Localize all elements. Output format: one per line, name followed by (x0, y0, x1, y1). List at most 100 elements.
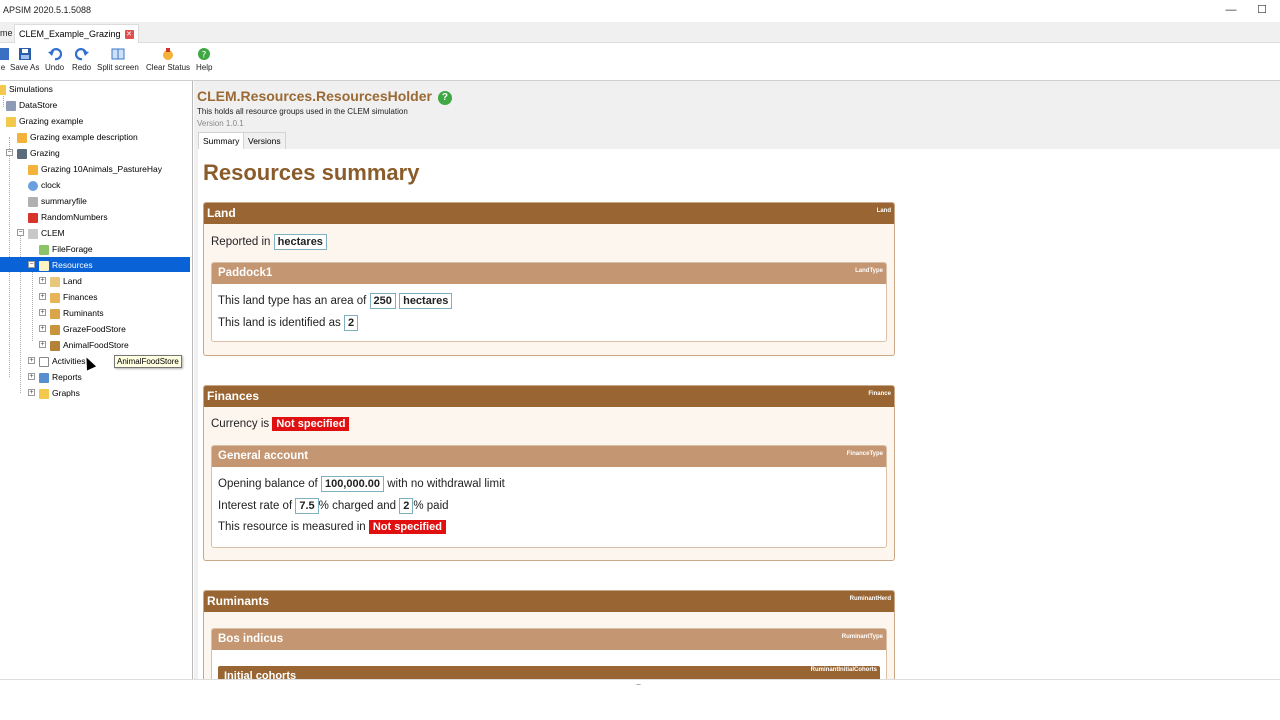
paddock-area-unit: hectares (399, 293, 453, 309)
initial-cohorts-header: Initial cohorts RuminantInitialCohorts (218, 666, 880, 679)
toolbar: e Save As Undo Redo Split screen Clear S… (0, 43, 1280, 81)
tree-node-grazing-example[interactable]: Grazing example (6, 113, 83, 129)
file-icon (39, 244, 49, 255)
opening-balance-value: 100,000.00 (320, 476, 385, 492)
land-reported-line: Reported in hectares (211, 234, 327, 250)
expand-icon[interactable]: + (28, 389, 35, 396)
tree-node-datastore[interactable]: DataStore (6, 97, 57, 113)
interest-line: Interest rate of 7.5% charged and 2% pai… (218, 498, 449, 514)
close-tab-icon[interactable]: ✕ (124, 30, 134, 40)
general-account-header: General account FinanceType (212, 446, 886, 467)
save-as-icon (18, 48, 31, 60)
tree-node-randomnumbers[interactable]: RandomNumbers (28, 209, 108, 225)
tree-node-animalfoodstore[interactable]: AnimalFoodStore (50, 337, 129, 353)
measured-line: This resource is measured in Not specifi… (218, 520, 446, 534)
tree-node-grazing[interactable]: Grazing (17, 145, 60, 161)
tree-node-clock[interactable]: clock (28, 177, 60, 193)
land-header: Land Land (204, 203, 894, 224)
bos-indicus-block: Bos indicus RuminantType Initial cohorts … (211, 628, 887, 679)
minimize-button[interactable]: — (1224, 3, 1238, 17)
ruminant-icon (50, 308, 60, 319)
tree-node-reports[interactable]: Reports (39, 369, 82, 385)
expand-icon[interactable]: + (39, 293, 46, 300)
pasture-icon (50, 324, 60, 335)
paddock-id-value: 2 (343, 315, 359, 331)
tree-node-summaryfile[interactable]: summaryfile (28, 193, 87, 209)
redo-icon (74, 48, 89, 61)
ruminant-type-tag: RuminantType (841, 634, 883, 640)
expand-icon[interactable]: + (28, 357, 35, 364)
account-tag: FinanceType (846, 451, 883, 457)
save-icon (0, 48, 9, 60)
save-button[interactable]: e (0, 47, 10, 72)
tree-node-simulations[interactable]: Simulations (0, 81, 53, 97)
interest-paid-value: 2 (399, 498, 414, 514)
folder-icon (39, 388, 49, 399)
land-icon (50, 276, 60, 287)
clem-icon (28, 228, 38, 239)
redo-button[interactable]: Redo (72, 47, 91, 72)
paddock-id-line: This land is identified as 2 (218, 315, 359, 331)
tree-connector (32, 271, 33, 341)
finances-block: Finances Finance Currency is Not specifie… (203, 385, 895, 561)
tab-label: CLEM_Example_Grazing (19, 29, 121, 39)
save-as-button[interactable]: Save As (10, 47, 39, 72)
ruminants-tag: RuminantHerd (849, 596, 891, 602)
paddock-tag: LandType (855, 268, 883, 274)
land-block: Land Land Reported in hectares Paddock1 La… (203, 202, 895, 356)
window-title: APSIM 2020.5.1.5088 (3, 5, 92, 15)
split-screen-icon (111, 48, 125, 60)
finances-header: Finances Finance (204, 386, 894, 407)
interest-charged-value: 7.5 (295, 498, 319, 514)
title-bar: APSIM 2020.5.1.5088 — ☐ (0, 0, 1280, 22)
tree-node-grazing-example-description[interactable]: Grazing example description (17, 129, 138, 145)
tooltip: AnimalFoodStore (114, 355, 182, 368)
tab-clem-example-grazing[interactable]: CLEM_Example_Grazing ✕ (14, 24, 139, 43)
tree-node-activities[interactable]: Activities (39, 353, 86, 369)
summary-icon (28, 196, 38, 207)
split-screen-button[interactable]: Split screen (97, 47, 139, 72)
tab-versions[interactable]: Versions (243, 132, 286, 149)
database-icon (6, 100, 16, 111)
expand-icon[interactable]: + (39, 309, 46, 316)
tree-node-fileforage[interactable]: FileForage (39, 241, 93, 257)
tree-node-grazefoodstore[interactable]: GrazeFoodStore (50, 321, 126, 337)
tree-node-grazing-10animals[interactable]: Grazing 10Animals_PastureHay (28, 161, 162, 177)
activities-icon (39, 356, 49, 367)
maximize-button[interactable]: ☐ (1255, 3, 1269, 17)
land-tag: Land (876, 208, 891, 214)
finance-icon (50, 292, 60, 303)
land-unit-value: hectares (273, 234, 327, 250)
currency-line: Currency is Not specified (211, 417, 350, 431)
undo-button[interactable]: Undo (45, 47, 64, 72)
tree-node-finances[interactable]: Finances (50, 289, 98, 305)
tree-node-clem[interactable]: CLEM (28, 225, 65, 241)
resources-icon (39, 260, 49, 271)
folder-icon (0, 84, 6, 95)
tree-node-graphs[interactable]: Graphs (39, 385, 80, 401)
help-icon[interactable]: ? (437, 91, 452, 105)
food-store-icon (50, 340, 60, 351)
tree-node-ruminants[interactable]: Ruminants (50, 305, 104, 321)
collapse-icon[interactable]: − (17, 229, 24, 236)
expand-icon[interactable]: + (28, 373, 35, 380)
clear-status-button[interactable]: Clear Status (146, 47, 190, 72)
svg-text:?: ? (202, 51, 207, 61)
paddock-header: Paddock1 LandType (212, 263, 886, 284)
simulation-icon (17, 148, 27, 159)
memo-icon (28, 164, 38, 175)
collapse-icon[interactable]: − (28, 261, 35, 268)
expand-icon[interactable]: + (39, 277, 46, 284)
tree-node-land[interactable]: Land (50, 273, 82, 289)
folder-icon (6, 116, 16, 127)
simulation-tree: Simulations DataStore Grazing example Gr… (0, 81, 193, 679)
splitter-grip[interactable]: ...... (636, 681, 641, 687)
paddock-block: Paddock1 LandType This land type has an a… (211, 262, 887, 342)
help-icon: ? (198, 48, 211, 61)
tree-node-resources[interactable]: Resources (39, 257, 93, 273)
expand-icon[interactable]: + (39, 325, 46, 332)
collapse-icon[interactable]: − (6, 149, 13, 156)
help-button[interactable]: ? Help (196, 47, 212, 72)
expand-icon[interactable]: + (39, 341, 46, 348)
tab-summary[interactable]: Summary (198, 132, 245, 149)
